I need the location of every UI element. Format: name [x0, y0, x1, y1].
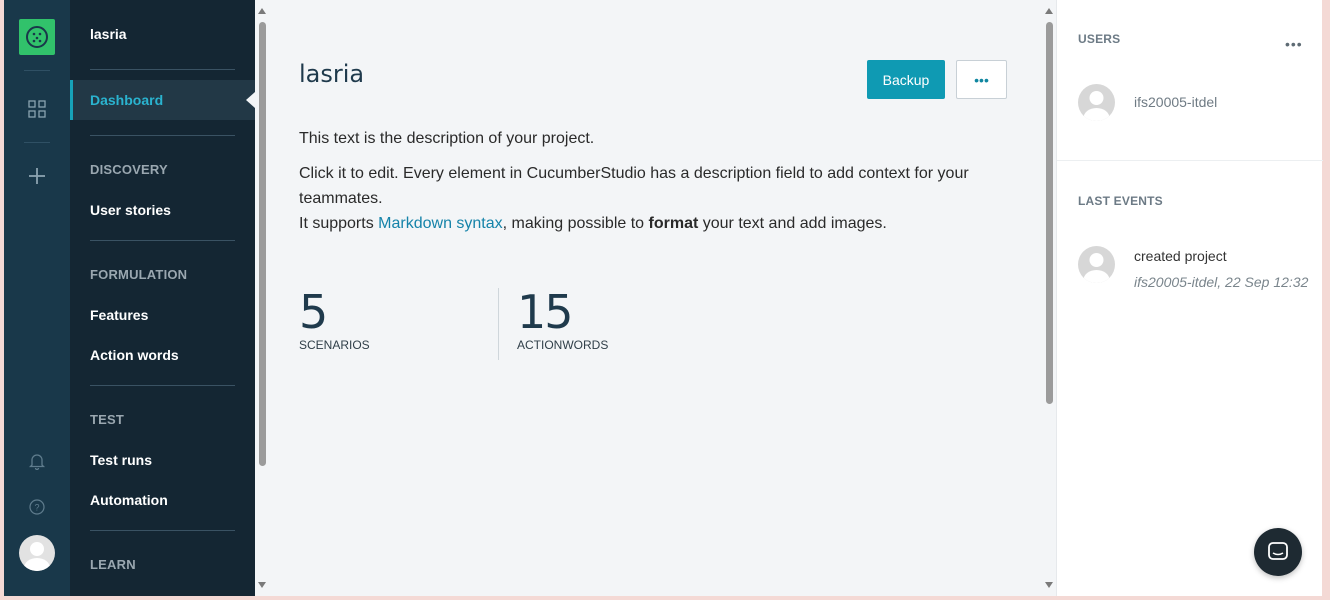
nav-divider [90, 530, 235, 531]
main-content: lasria Backup ••• This text is the descr… [269, 0, 1042, 596]
description-line: Click it to edit. Every element in Cucum… [299, 165, 969, 207]
help-icon[interactable]: ? [24, 494, 50, 520]
event-meta: ifs20005-itdel, 22 Sep 12:32 [1134, 274, 1309, 290]
svg-text:?: ? [34, 503, 39, 513]
scroll-up-icon[interactable] [258, 8, 266, 14]
bold-text: format [648, 215, 699, 232]
stat-label: SCENARIOS [299, 338, 370, 352]
nav-divider [90, 240, 235, 241]
stat-value: 5 [299, 285, 328, 339]
icon-rail: ? [4, 0, 70, 596]
bell-icon[interactable] [24, 448, 50, 474]
scrollbar-thumb[interactable] [1046, 22, 1053, 404]
stat-actionwords[interactable]: 15 ACTIONWORDS [517, 288, 608, 352]
chat-icon [1268, 542, 1288, 560]
chat-launcher-button[interactable] [1254, 528, 1302, 576]
activity-panel: USERS ••• ifs20005-itdel LAST EVENTS cre… [1056, 0, 1323, 596]
main-scrollbar[interactable] [1042, 0, 1056, 596]
users-heading: USERS [1078, 32, 1121, 46]
sidebar-item-test-runs[interactable]: Test runs [90, 452, 152, 468]
stat-label: ACTIONWORDS [517, 338, 609, 352]
page-title[interactable]: lasria [299, 60, 364, 88]
avatar[interactable] [19, 535, 55, 571]
project-description[interactable]: This text is the description of your pro… [299, 126, 1014, 236]
section-discovery: DISCOVERY [90, 162, 168, 177]
text: It supports [299, 215, 379, 232]
rail-divider [24, 70, 50, 71]
section-formulation: FORMULATION [90, 267, 188, 282]
stat-value: 15 [517, 285, 574, 339]
nav-divider [90, 385, 235, 386]
nav-sidebar: lasria Dashboard DISCOVERY User stories … [70, 0, 255, 596]
text: your text and add images. [698, 215, 887, 232]
scroll-down-icon[interactable] [258, 582, 266, 588]
active-indicator [246, 92, 255, 108]
stat-scenarios[interactable]: 5 SCENARIOS [299, 288, 370, 352]
nav-scrollbar[interactable] [255, 0, 269, 596]
sidebar-item-dashboard[interactable]: Dashboard [70, 80, 255, 120]
sidebar-item-features[interactable]: Features [90, 307, 148, 323]
description-line: This text is the description of your pro… [299, 130, 595, 147]
plus-icon[interactable] [24, 163, 50, 189]
project-name[interactable]: lasria [90, 26, 127, 42]
grid-icon[interactable] [24, 96, 50, 122]
sidebar-item-action-words[interactable]: Action words [90, 347, 179, 363]
panel-divider [1057, 160, 1323, 161]
cucumber-logo-icon[interactable] [19, 19, 55, 55]
scrollbar-thumb[interactable] [259, 22, 266, 466]
user-name[interactable]: ifs20005-itdel [1134, 94, 1217, 110]
ellipsis-icon: ••• [974, 71, 989, 88]
section-test: TEST [90, 412, 125, 427]
stat-divider [498, 288, 499, 360]
nav-divider [90, 135, 235, 136]
rail-divider [24, 142, 50, 143]
scroll-down-icon[interactable] [1045, 582, 1053, 588]
more-options-button[interactable]: ••• [956, 60, 1007, 99]
sidebar-item-user-stories[interactable]: User stories [90, 202, 171, 218]
sidebar-item-label: Dashboard [90, 92, 164, 108]
user-avatar[interactable] [1078, 84, 1115, 121]
backup-button[interactable]: Backup [867, 60, 945, 99]
last-events-heading: LAST EVENTS [1078, 194, 1163, 208]
markdown-link[interactable]: Markdown syntax [378, 215, 503, 232]
section-learn: LEARN [90, 557, 136, 572]
nav-divider [90, 69, 235, 70]
sidebar-item-automation[interactable]: Automation [90, 492, 168, 508]
description-line: It supports Markdown syntax, making poss… [299, 211, 1014, 236]
text: , making possible to [502, 215, 649, 232]
event-avatar [1078, 246, 1115, 283]
scroll-up-icon[interactable] [1045, 8, 1053, 14]
users-more-button[interactable]: ••• [1285, 36, 1303, 52]
event-text: created project [1134, 248, 1227, 264]
